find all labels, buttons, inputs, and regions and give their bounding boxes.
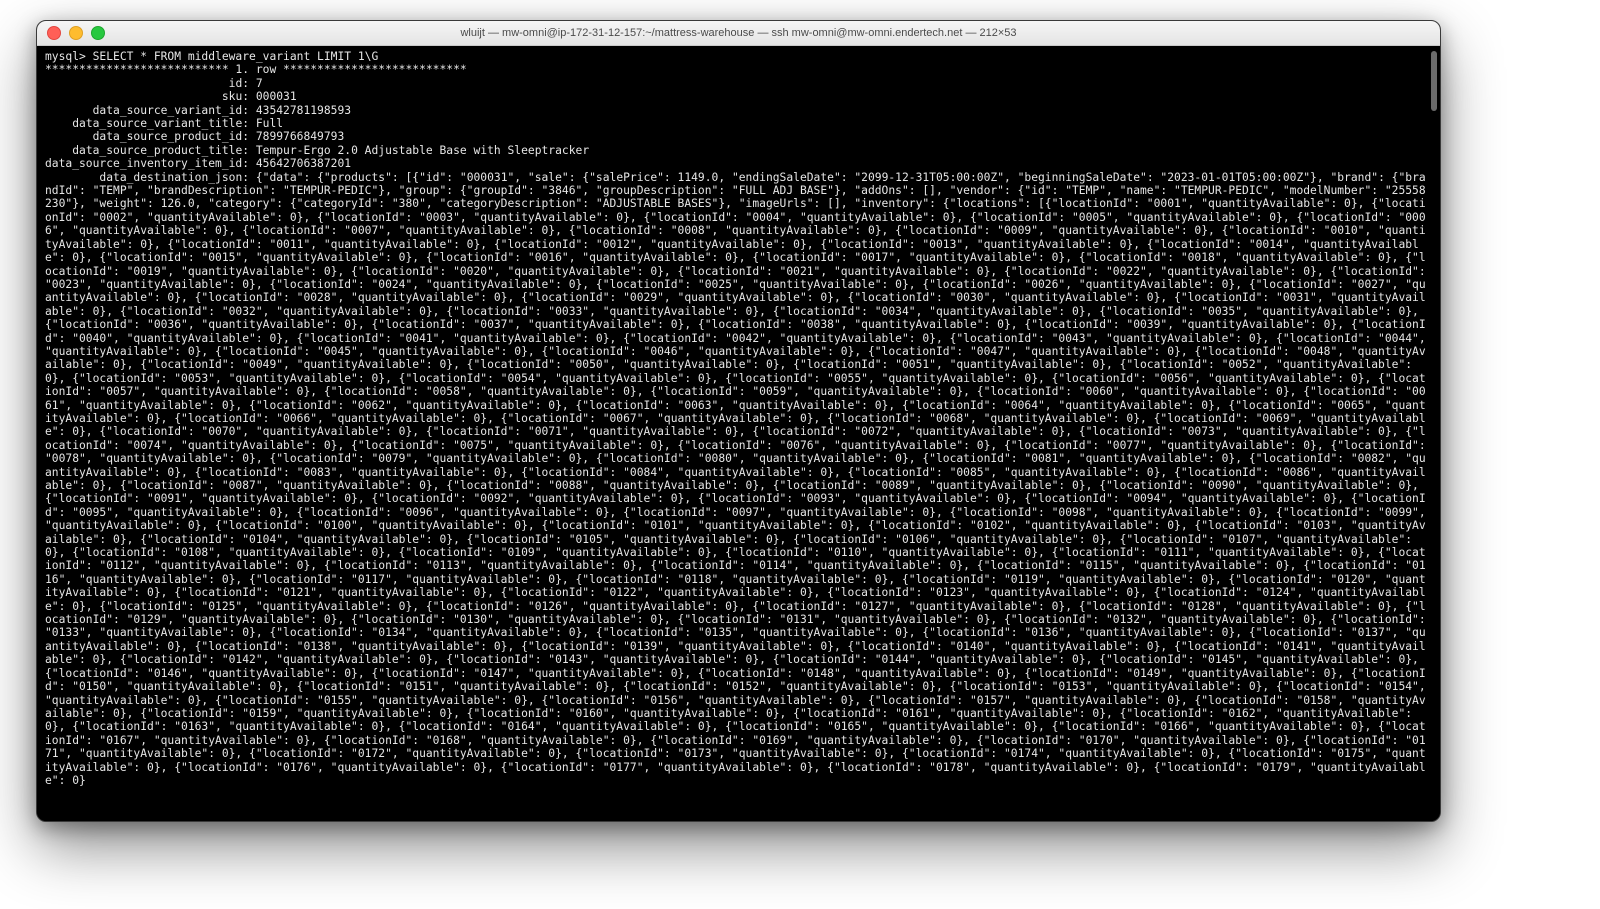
- close-button[interactable]: [47, 26, 61, 40]
- maximize-button[interactable]: [91, 26, 105, 40]
- minimize-button[interactable]: [69, 26, 83, 40]
- window-traffic-lights: [47, 26, 105, 40]
- terminal-output[interactable]: mysql> SELECT * FROM middleware_variant …: [37, 46, 1440, 822]
- terminal-window: wluijt — mw-omni@ip-172-31-12-157:~/matt…: [36, 20, 1441, 822]
- window-title: wluijt — mw-omni@ip-172-31-12-157:~/matt…: [460, 27, 1016, 39]
- scrollbar[interactable]: [1431, 51, 1437, 815]
- scrollbar-thumb[interactable]: [1431, 51, 1437, 111]
- window-titlebar: wluijt — mw-omni@ip-172-31-12-157:~/matt…: [37, 21, 1440, 46]
